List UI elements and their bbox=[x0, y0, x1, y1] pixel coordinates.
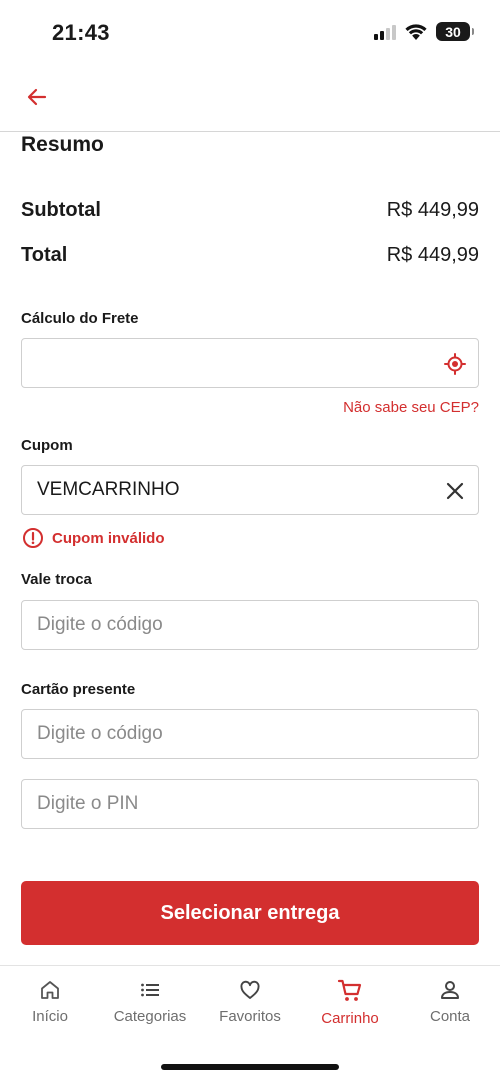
summary-title: Resumo bbox=[21, 133, 104, 156]
cep-help-link[interactable]: Não sabe seu CEP? bbox=[343, 399, 479, 416]
coupon-label: Cupom bbox=[21, 437, 73, 454]
home-indicator bbox=[161, 1064, 339, 1070]
gift-card-label: Cartão presente bbox=[21, 681, 136, 698]
shipping-label: Cálculo do Frete bbox=[21, 310, 139, 327]
list-icon bbox=[141, 983, 159, 997]
subtotal-label: Subtotal bbox=[21, 199, 101, 221]
nav-item-cart[interactable]: Carrinho bbox=[300, 978, 400, 1027]
coupon-error: Cupom inválido bbox=[22, 527, 165, 549]
header bbox=[0, 64, 500, 132]
total-label: Total bbox=[21, 244, 68, 266]
home-icon bbox=[41, 981, 59, 999]
close-icon bbox=[446, 482, 464, 500]
nav-label-home: Início bbox=[32, 1008, 68, 1025]
status-bar: 21:43 30 bbox=[0, 0, 500, 64]
nav-item-favorites[interactable]: Favoritos bbox=[200, 978, 300, 1025]
exchange-code-input[interactable] bbox=[22, 601, 478, 649]
clear-coupon-button[interactable] bbox=[442, 478, 468, 504]
exchange-field bbox=[21, 600, 479, 650]
total-row: Total R$ 449,99 bbox=[21, 244, 479, 267]
nav-label-favorites: Favoritos bbox=[219, 1008, 281, 1025]
battery-level: 30 bbox=[445, 23, 461, 40]
cep-input[interactable] bbox=[22, 339, 478, 387]
back-button[interactable] bbox=[22, 82, 52, 112]
gift-card-pin-input[interactable] bbox=[22, 780, 478, 828]
coupon-field bbox=[21, 465, 479, 515]
battery-icon: 30 bbox=[436, 22, 474, 41]
exchange-label: Vale troca bbox=[21, 571, 92, 588]
heart-icon bbox=[240, 980, 260, 999]
nav-label-cart: Carrinho bbox=[321, 1010, 379, 1027]
status-icons: 30 bbox=[374, 22, 474, 41]
subtotal-value: R$ 449,99 bbox=[386, 199, 479, 221]
locate-button[interactable] bbox=[442, 351, 468, 377]
nav-item-account[interactable]: Conta bbox=[400, 978, 500, 1025]
nav-label-account: Conta bbox=[429, 1008, 471, 1025]
arrow-left-icon bbox=[27, 88, 47, 106]
nav-item-categories[interactable]: Categorias bbox=[100, 978, 200, 1025]
cart-icon bbox=[337, 979, 362, 1001]
total-value: R$ 449,99 bbox=[386, 244, 479, 266]
gift-card-code-input[interactable] bbox=[22, 710, 478, 758]
shipping-field bbox=[21, 338, 479, 388]
nav-label-categories: Categorias bbox=[113, 1008, 187, 1025]
wifi-icon bbox=[405, 23, 427, 40]
signal-icon bbox=[374, 24, 396, 40]
location-target-icon bbox=[444, 353, 466, 375]
user-icon bbox=[441, 981, 459, 999]
coupon-input[interactable] bbox=[22, 466, 478, 514]
status-time: 21:43 bbox=[52, 20, 110, 45]
coupon-error-text: Cupom inválido bbox=[52, 529, 165, 547]
subtotal-row: Subtotal R$ 449,99 bbox=[21, 199, 479, 222]
error-icon bbox=[23, 528, 43, 548]
nav-item-home[interactable]: Início bbox=[0, 978, 100, 1025]
select-delivery-button[interactable]: Selecionar entrega bbox=[21, 881, 479, 945]
gift-card-pin-field bbox=[21, 779, 479, 829]
gift-card-code-field bbox=[21, 709, 479, 759]
